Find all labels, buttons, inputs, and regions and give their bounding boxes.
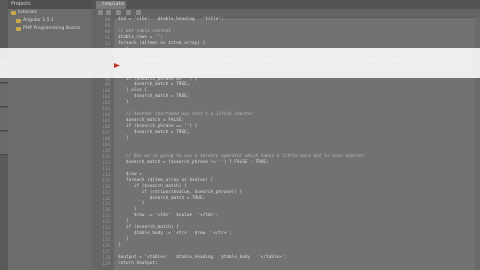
forward-icon[interactable] (106, 10, 111, 15)
back-icon[interactable] (98, 10, 103, 15)
folder-icon (16, 19, 21, 23)
ide-window: Projects tutorials Angular 1.5.1 PHP Pro… (0, 0, 480, 270)
tree-item-label: PHP Programming Basics (23, 26, 81, 31)
search-icon[interactable] (126, 10, 131, 15)
history-icon[interactable] (116, 10, 121, 15)
side-tab-services[interactable] (0, 108, 8, 131)
tree-item-label: Angular 1.5.1 (23, 18, 55, 23)
code-text: return $output; (118, 260, 158, 266)
toggle-bookmark-icon[interactable] (136, 10, 141, 15)
line-number: 129 (102, 260, 110, 266)
projects-panel: Projects tutorials Angular 1.5.1 PHP Pro… (8, 0, 93, 270)
tree-item-tutorials[interactable]: tutorials (8, 9, 92, 17)
folder-icon (11, 11, 16, 15)
code-line[interactable]: 129 return $output; (102, 260, 480, 268)
tree-item-php-basics[interactable]: PHP Programming Basics (8, 25, 92, 33)
editor-tabbar: _template (92, 0, 480, 9)
side-tab-navigator[interactable] (0, 132, 8, 155)
code-editor: _template 88 $id = 'site' $table_heading … (92, 0, 480, 270)
editor-tab[interactable]: _template (96, 1, 126, 9)
tree-item-label: tutorials (18, 10, 37, 15)
breakpoint-arrow-icon[interactable] (114, 62, 121, 69)
side-tab-files[interactable] (0, 84, 8, 107)
folder-icon (16, 27, 21, 31)
projects-title: Projects (8, 0, 92, 9)
tree-item-angular[interactable]: Angular 1.5.1 (8, 17, 92, 25)
